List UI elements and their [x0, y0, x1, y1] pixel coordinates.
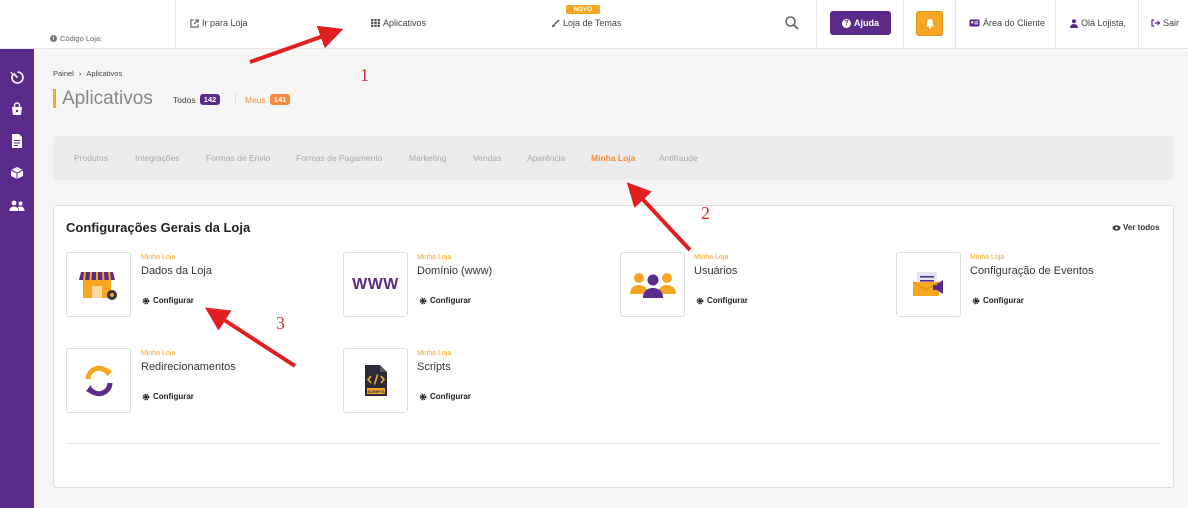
annotation-arrows	[204, 25, 692, 368]
annotation-number-1: 1	[360, 65, 369, 85]
annotation-number-3: 3	[276, 313, 285, 333]
annotation-number-2: 2	[701, 203, 710, 223]
annotation-arrow-1	[249, 25, 344, 64]
annotation-arrow-2	[626, 182, 692, 252]
